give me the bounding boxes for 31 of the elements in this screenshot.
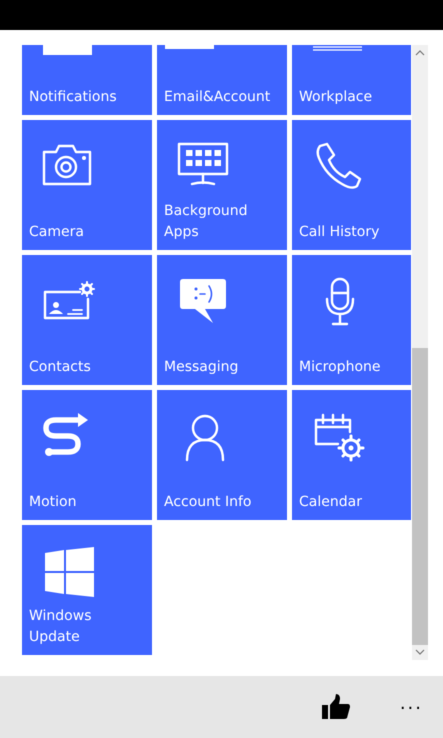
settings-tile[interactable]: Background Apps (157, 120, 287, 250)
thumbs-up-icon (322, 694, 350, 720)
settings-tile[interactable]: Contacts (22, 255, 152, 385)
settings-tile[interactable]: Microphone (292, 255, 411, 385)
tile-label: Motion (29, 493, 78, 512)
settings-tile[interactable]: Calendar (292, 390, 411, 520)
tile-label: Camera (29, 223, 85, 242)
settings-tile[interactable]: Account Info (157, 390, 287, 520)
settings-tile[interactable]: Workplace (292, 45, 411, 115)
scrollbar[interactable] (412, 45, 428, 660)
tile-label: Windows Update (29, 607, 92, 647)
more-button[interactable]: ... (400, 692, 423, 722)
tile-label: Call History (299, 223, 380, 242)
tile-label: Messaging (164, 358, 240, 377)
like-button[interactable] (322, 694, 350, 720)
tile-label: Account Info (164, 493, 252, 512)
tile-label: Email&Account (164, 88, 272, 107)
settings-tile[interactable]: Messaging (157, 255, 287, 385)
tile-label: Contacts (29, 358, 92, 377)
settings-tile[interactable]: Notifications (22, 45, 152, 115)
tile-label: Notifications (29, 88, 118, 107)
settings-tile[interactable]: Windows Update (22, 525, 152, 655)
tile-label: Calendar (299, 493, 363, 512)
tile-label: Background Apps (164, 202, 249, 242)
settings-tile[interactable]: Camera (22, 120, 152, 250)
tile-label: Microphone (299, 358, 382, 377)
tile-label: Workplace (299, 88, 374, 107)
scroll-thumb[interactable] (412, 348, 428, 645)
settings-tile[interactable]: Email&Account (157, 45, 287, 115)
settings-tile[interactable]: Motion (22, 390, 152, 520)
settings-tile[interactable]: Call History (292, 120, 411, 250)
